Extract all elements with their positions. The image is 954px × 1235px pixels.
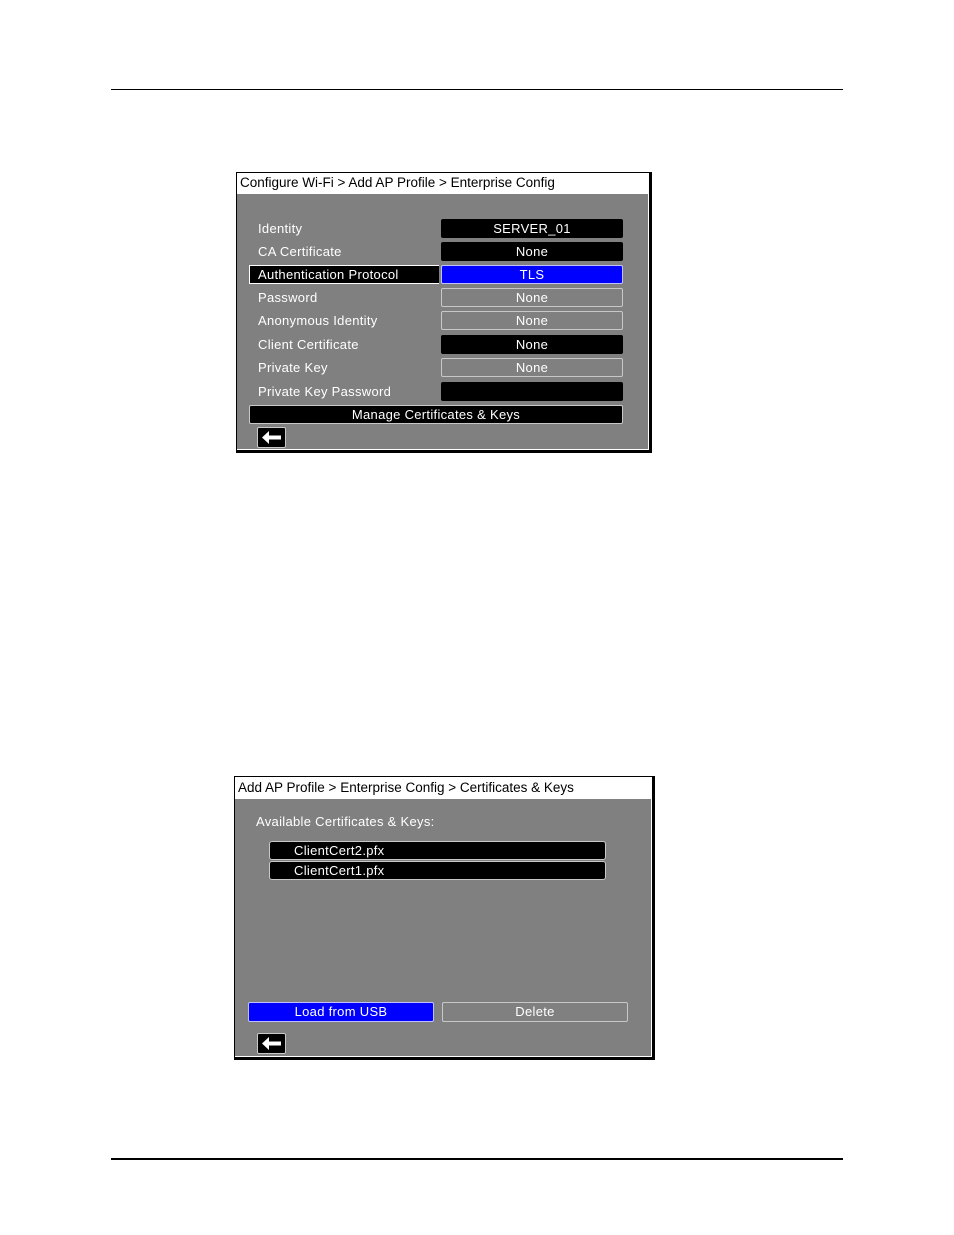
back-button[interactable] — [257, 1033, 286, 1054]
arrow-left-icon — [262, 1037, 281, 1050]
field-label: Authentication Protocol — [249, 265, 439, 284]
field-label: CA Certificate — [258, 244, 342, 259]
password-value[interactable]: None — [441, 288, 623, 307]
certificates-keys-screen: Add AP Profile > Enterprise Config > Cer… — [234, 776, 655, 1060]
field-row-password[interactable]: Password None — [249, 288, 623, 307]
footer-rule — [111, 1158, 843, 1160]
field-label: Identity — [258, 221, 303, 236]
client-certificate-value[interactable]: None — [441, 335, 623, 354]
field-label: Private Key Password — [258, 384, 392, 399]
field-row-private-key-password[interactable]: Private Key Password — [249, 382, 623, 401]
anonymous-identity-value[interactable]: None — [441, 311, 623, 330]
certificate-list-item[interactable]: ClientCert2.pfx — [269, 841, 606, 860]
field-label: Private Key — [258, 360, 328, 375]
breadcrumb: Configure Wi-Fi > Add AP Profile > Enter… — [237, 173, 649, 194]
certificate-list-item[interactable]: ClientCert1.pfx — [269, 861, 606, 880]
field-label: Anonymous Identity — [258, 313, 378, 328]
field-row-ca-certificate[interactable]: CA Certificate None — [249, 242, 623, 261]
field-row-authentication-protocol[interactable]: Authentication Protocol TLS — [249, 265, 623, 284]
field-row-identity[interactable]: Identity SERVER_01 — [249, 219, 623, 238]
delete-button[interactable]: Delete — [442, 1002, 628, 1022]
authentication-protocol-value[interactable]: TLS — [441, 265, 623, 284]
field-row-client-certificate[interactable]: Client Certificate None — [249, 335, 623, 354]
private-key-value[interactable]: None — [441, 358, 623, 377]
header-rule — [111, 89, 843, 90]
field-row-anonymous-identity[interactable]: Anonymous Identity None — [249, 311, 623, 330]
available-certificates-label: Available Certificates & Keys: — [256, 814, 435, 829]
field-row-private-key[interactable]: Private Key None — [249, 358, 623, 377]
enterprise-config-screen: Configure Wi-Fi > Add AP Profile > Enter… — [236, 172, 652, 453]
field-label: Password — [258, 290, 318, 305]
arrow-left-icon — [262, 431, 281, 444]
back-button[interactable] — [257, 427, 286, 448]
identity-value[interactable]: SERVER_01 — [441, 219, 623, 238]
load-from-usb-button[interactable]: Load from USB — [248, 1002, 434, 1022]
ca-certificate-value[interactable]: None — [441, 242, 623, 261]
private-key-password-value[interactable] — [441, 382, 623, 401]
field-label: Client Certificate — [258, 337, 359, 352]
breadcrumb: Add AP Profile > Enterprise Config > Cer… — [235, 777, 652, 799]
manage-certificates-button[interactable]: Manage Certificates & Keys — [249, 405, 623, 424]
